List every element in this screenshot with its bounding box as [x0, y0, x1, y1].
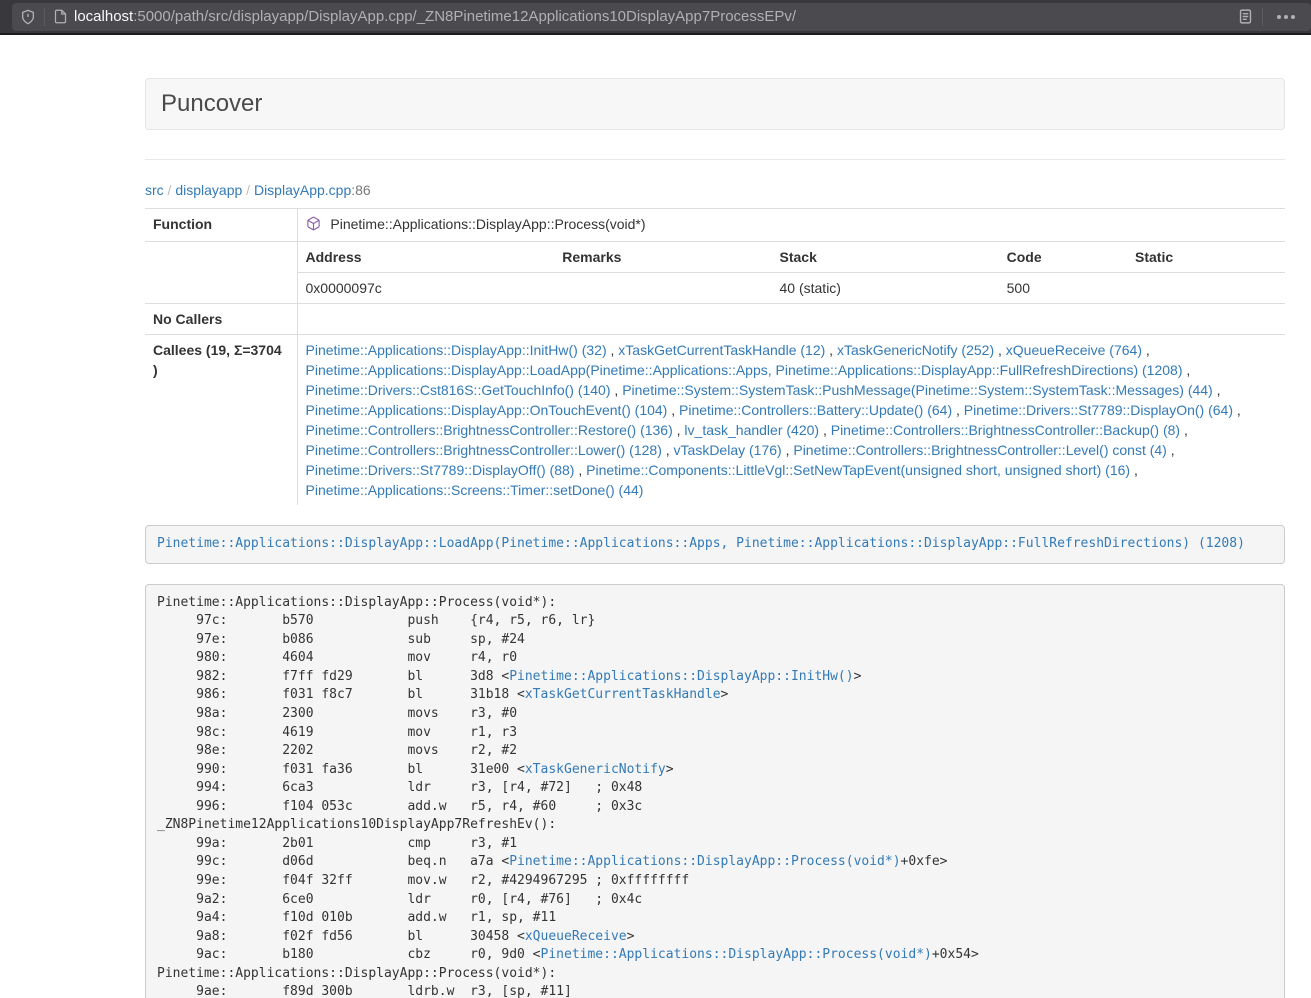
reader-mode-icon[interactable]	[1237, 8, 1254, 25]
table-row: No Callers	[145, 304, 1285, 335]
tracking-protection-shield-icon[interactable]	[20, 9, 36, 25]
callee-link[interactable]: Pinetime::Drivers::St7789::DisplayOff() …	[306, 462, 575, 478]
column-header: Stack	[772, 242, 999, 273]
page-title: Puncover	[161, 90, 1269, 118]
assembly-code: Pinetime::Applications::DisplayApp::Proc…	[145, 584, 1285, 998]
callee-link[interactable]: Pinetime::Applications::DisplayApp::OnTo…	[306, 402, 668, 418]
urlbar-divider	[1262, 8, 1263, 26]
url-bar[interactable]: localhost:5000/path/src/displayapp/Displ…	[12, 3, 1311, 31]
asm-symbol-link[interactable]: Pinetime::Applications::DisplayApp::Proc…	[509, 854, 900, 869]
callee-link[interactable]: Pinetime::Controllers::BrightnessControl…	[306, 422, 673, 438]
callee-link[interactable]: Pinetime::Applications::Screens::Timer::…	[306, 482, 644, 498]
breadcrumb: src / displayapp / DisplayApp.cpp:86	[145, 180, 1285, 200]
stats-header-row: AddressRemarksStackCodeStatic	[298, 242, 1286, 273]
stat-value-cell: 0x0000097c	[298, 273, 555, 304]
stat-value-cell	[1127, 273, 1285, 304]
caller-snippet-panel: Pinetime::Applications::DisplayApp::Load…	[145, 525, 1285, 564]
empty-row-header	[145, 242, 297, 304]
url-hostname: localhost	[74, 8, 133, 25]
callee-link[interactable]: Pinetime::Components::LittleVgl::SetNewT…	[586, 462, 1130, 478]
loadapp-symbol-link[interactable]: Pinetime::Applications::DisplayApp::Load…	[157, 536, 1245, 551]
callee-link[interactable]: Pinetime::Controllers::BrightnessControl…	[793, 442, 1166, 458]
callee-link[interactable]: Pinetime::Controllers::Battery::Update()…	[679, 402, 952, 418]
page-actions-menu-icon[interactable]	[1271, 15, 1301, 19]
function-table: Function Pinetime::Applications::Display…	[145, 208, 1285, 505]
callee-link[interactable]: Pinetime::Drivers::Cst816S::GetTouchInfo…	[306, 382, 611, 398]
url-path: :5000/path/src/displayapp/DisplayApp.cpp…	[133, 8, 796, 25]
asm-symbol-link[interactable]: Pinetime::Applications::DisplayApp::Init…	[509, 669, 853, 684]
column-header: Static	[1127, 242, 1285, 273]
breadcrumb-separator: /	[164, 182, 176, 198]
breadcrumb-link[interactable]: src	[145, 182, 164, 198]
function-stats-table: AddressRemarksStackCodeStatic 0x0000097c…	[298, 242, 1286, 303]
urlbar-divider	[44, 8, 45, 26]
url-text[interactable]: localhost:5000/path/src/displayapp/Displ…	[74, 8, 1237, 25]
stats-value-row: 0x0000097c 40 (static)500	[298, 273, 1286, 304]
callers-cell	[297, 304, 1285, 335]
function-row-header: Function	[145, 209, 297, 242]
callee-link[interactable]: Pinetime::Applications::DisplayApp::Init…	[306, 342, 607, 358]
callee-link[interactable]: Pinetime::Controllers::BrightnessControl…	[831, 422, 1180, 438]
stat-value-cell	[554, 273, 771, 304]
page-info-icon[interactable]	[53, 9, 68, 24]
cube-symbol-icon	[306, 218, 325, 234]
asm-symbol-link[interactable]: Pinetime::Applications::DisplayApp::Proc…	[541, 947, 932, 962]
callee-link[interactable]: xTaskGetCurrentTaskHandle (12)	[618, 342, 825, 358]
breadcrumb-line-number: :86	[351, 182, 370, 198]
callee-link[interactable]: lv_task_handler (420)	[684, 422, 819, 438]
divider	[145, 159, 1285, 160]
asm-symbol-link[interactable]: xTaskGenericNotify	[525, 762, 666, 777]
breadcrumb-link[interactable]: displayapp	[175, 182, 242, 198]
table-row: Function Pinetime::Applications::Display…	[145, 209, 1285, 242]
table-row: Callees (19, Σ=3704 ) Pinetime::Applicat…	[145, 335, 1285, 506]
asm-symbol-link[interactable]: xTaskGetCurrentTaskHandle	[525, 687, 721, 702]
callees-cell: Pinetime::Applications::DisplayApp::Init…	[297, 335, 1285, 506]
callee-link[interactable]: vTaskDelay (176)	[674, 442, 782, 458]
callee-link[interactable]: Pinetime::System::SystemTask::PushMessag…	[622, 382, 1213, 398]
table-row: AddressRemarksStackCodeStatic 0x0000097c…	[145, 242, 1285, 304]
breadcrumb-link[interactable]: DisplayApp.cpp	[254, 182, 351, 198]
callee-link[interactable]: Pinetime::Drivers::St7789::DisplayOn() (…	[964, 402, 1233, 418]
callee-link[interactable]: Pinetime::Controllers::BrightnessControl…	[306, 442, 662, 458]
callee-link[interactable]: xTaskGenericNotify (252)	[837, 342, 994, 358]
callees-row-header: Callees (19, Σ=3704 )	[145, 335, 297, 506]
column-header: Code	[999, 242, 1127, 273]
no-callers-row-header: No Callers	[145, 304, 297, 335]
function-name: Pinetime::Applications::DisplayApp::Proc…	[330, 216, 645, 232]
column-header: Address	[298, 242, 555, 273]
callee-link[interactable]: Pinetime::Applications::DisplayApp::Load…	[306, 362, 1183, 378]
page-container: Puncover src / displayapp / DisplayApp.c…	[145, 78, 1285, 998]
stat-value-cell: 40 (static)	[772, 273, 999, 304]
asm-symbol-link[interactable]: xQueueReceive	[525, 929, 627, 944]
callee-link[interactable]: xQueueReceive (764)	[1006, 342, 1142, 358]
app-title-panel: Puncover	[145, 78, 1285, 130]
column-header: Remarks	[554, 242, 771, 273]
breadcrumb-separator: /	[242, 182, 254, 198]
browser-toolbar: localhost:5000/path/src/displayapp/Displ…	[0, 0, 1311, 35]
stat-value-cell: 500	[999, 273, 1127, 304]
